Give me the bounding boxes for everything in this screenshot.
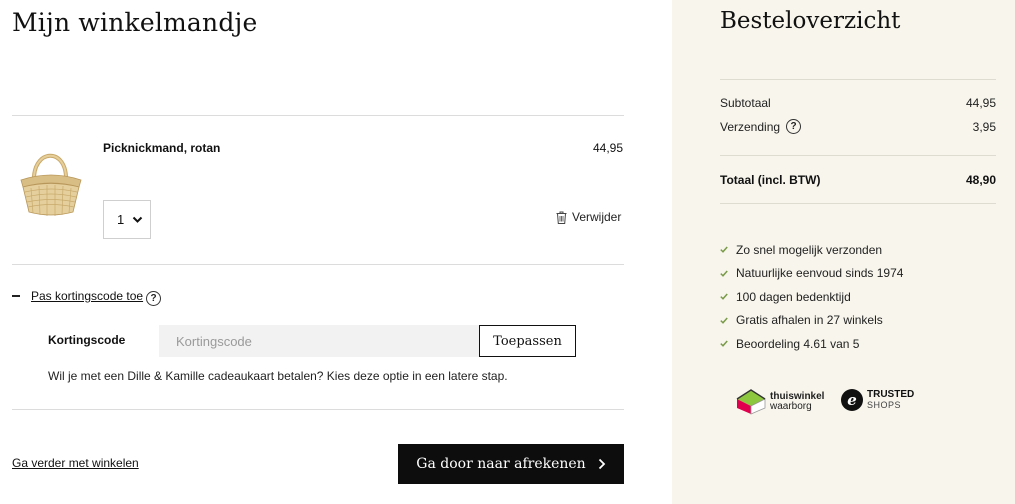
total-row: Totaal (incl. BTW) 48,90: [720, 173, 996, 187]
check-icon: [720, 270, 728, 277]
discount-code-label: Kortingscode: [48, 333, 126, 347]
minus-icon: [12, 295, 20, 297]
continue-shopping-link[interactable]: Ga verder met winkelen: [12, 456, 139, 470]
usp-list: Zo snel mogelijk verzonden Natuurlijke e…: [720, 238, 903, 356]
usp-item: 100 dagen bedenktijd: [720, 285, 903, 309]
shipping-value: 3,95: [972, 119, 996, 134]
divider: [720, 203, 996, 204]
shipping-label: Verzending: [720, 119, 781, 134]
quantity-value: 1: [117, 212, 125, 227]
order-summary-panel: Besteloverzicht Subtotaal 44,95 Verzendi…: [672, 0, 1015, 504]
usp-item: Gratis afhalen in 27 winkels: [720, 309, 903, 333]
cart-panel: Mijn winkelmandje Picknickmand, rotan 44…: [0, 0, 672, 504]
discount-code-input[interactable]: [159, 325, 480, 357]
usp-item: Zo snel mogelijk verzonden: [720, 238, 903, 262]
shipping-row: Verzending ? 3,95: [720, 119, 996, 134]
thuiswinkel-logo-icon: [736, 389, 766, 415]
usp-item: Beoordeling 4.61 van 5: [720, 332, 903, 356]
thuiswinkel-badge[interactable]: thuiswinkel waarborg: [736, 389, 824, 415]
divider: [12, 115, 624, 116]
total-value: 48,90: [965, 173, 996, 187]
question-circle-icon[interactable]: ?: [146, 291, 161, 306]
product-price: 44,95: [592, 141, 623, 155]
giftcard-note: Wil je met een Dille & Kamille cadeaukaa…: [48, 369, 508, 383]
trusted-shops-logo-icon: e: [841, 389, 863, 411]
chevron-down-icon: [132, 216, 143, 223]
divider: [720, 79, 996, 80]
total-label: Totaal (incl. BTW): [720, 173, 821, 187]
remove-item-button[interactable]: Verwijder: [556, 210, 621, 224]
divider: [720, 155, 996, 156]
remove-item-label: Verwijder: [572, 210, 622, 224]
chevron-right-icon: [598, 458, 605, 470]
summary-title: Besteloverzicht: [720, 8, 901, 34]
check-icon: [720, 317, 728, 324]
subtotal-row: Subtotaal 44,95: [720, 96, 996, 110]
svg-text:e: e: [847, 391, 857, 409]
subtotal-label: Subtotaal: [720, 96, 771, 110]
page-title: Mijn winkelmandje: [12, 8, 258, 37]
trusted-shops-badge[interactable]: e TRUSTED SHOPS: [840, 388, 914, 412]
divider: [12, 409, 624, 410]
thuiswinkel-text: thuiswinkel waarborg: [770, 391, 825, 412]
product-name[interactable]: Picknickmand, rotan: [103, 141, 220, 155]
subtotal-value: 44,95: [965, 96, 996, 110]
product-image[interactable]: [16, 142, 86, 218]
check-icon: [720, 340, 728, 348]
usp-item: Natuurlijke eenvoud sinds 1974: [720, 262, 903, 286]
trusted-shops-text: TRUSTED SHOPS: [867, 389, 915, 411]
discount-toggle[interactable]: Pas kortingscode toe: [12, 289, 143, 303]
checkout-button-label: Ga door naar afrekenen: [416, 456, 586, 472]
trash-icon: [556, 211, 567, 224]
check-icon: [720, 246, 728, 254]
check-icon: [720, 293, 728, 301]
divider: [12, 264, 624, 265]
quantity-select[interactable]: 1: [103, 200, 151, 239]
checkout-button[interactable]: Ga door naar afrekenen: [398, 444, 624, 484]
question-circle-icon[interactable]: ?: [786, 119, 802, 134]
apply-discount-button[interactable]: Toepassen: [479, 325, 576, 357]
discount-toggle-label[interactable]: Pas kortingscode toe: [31, 289, 143, 303]
